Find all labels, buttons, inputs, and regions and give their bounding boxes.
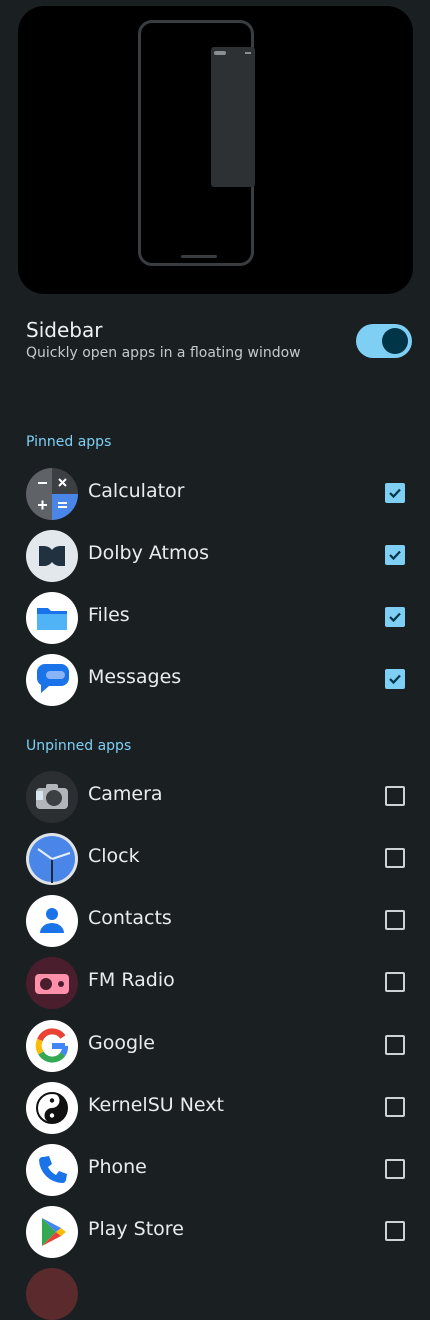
floating-window-illustration: [211, 47, 255, 187]
toggle-knob: [382, 328, 408, 354]
pin-checkbox[interactable]: [385, 607, 405, 627]
app-name: Files: [88, 604, 130, 626]
app-name: Clock: [88, 845, 140, 867]
pin-checkbox[interactable]: [385, 972, 405, 992]
app-name: Messages: [88, 666, 182, 688]
app-name: KernelSU Next: [88, 1094, 224, 1116]
pin-checkbox[interactable]: [385, 786, 405, 806]
app-row-messages[interactable]: Messages: [26, 652, 416, 708]
clock-icon: [26, 833, 78, 885]
app-row-clock[interactable]: Clock: [26, 831, 416, 887]
app-name: Dolby Atmos: [88, 542, 210, 564]
messages-icon: [26, 654, 78, 706]
play-store-icon: [26, 1206, 78, 1258]
app-name: Google: [88, 1032, 156, 1054]
files-icon: [26, 592, 78, 644]
unpinned-apps-header: Unpinned apps: [26, 738, 132, 754]
pinned-apps-header: Pinned apps: [26, 434, 112, 450]
pin-checkbox[interactable]: [385, 545, 405, 565]
contacts-icon: [26, 895, 78, 947]
app-name: Play Store: [88, 1218, 184, 1240]
pin-checkbox[interactable]: [385, 910, 405, 930]
app-row-files[interactable]: Files: [26, 590, 416, 646]
app-name: FM Radio: [88, 969, 175, 991]
app-name: Camera: [88, 783, 163, 805]
sidebar-subtitle: Quickly open apps in a floating window: [26, 345, 301, 361]
dolby-icon: [26, 530, 78, 582]
google-icon: [26, 1020, 78, 1072]
next-app-icon-partial: [26, 1268, 78, 1320]
app-row-phone[interactable]: Phone: [26, 1142, 416, 1198]
pin-checkbox[interactable]: [385, 848, 405, 868]
pin-checkbox[interactable]: [385, 1221, 405, 1241]
radio-icon: [26, 957, 78, 1009]
app-row-fm-radio[interactable]: FM Radio: [26, 955, 416, 1011]
phone-icon: [26, 1144, 78, 1196]
app-name: Phone: [88, 1156, 147, 1178]
window-minimize: [245, 52, 251, 54]
app-row-google[interactable]: Google: [26, 1018, 416, 1074]
app-name: Calculator: [88, 480, 185, 502]
pin-checkbox[interactable]: [385, 1097, 405, 1117]
app-row-kernelsu-next[interactable]: KernelSU Next: [26, 1080, 416, 1136]
pin-checkbox[interactable]: [385, 1035, 405, 1055]
app-row-calculator[interactable]: Calculator: [26, 466, 416, 522]
pin-checkbox[interactable]: [385, 483, 405, 503]
home-bar: [181, 255, 217, 258]
sidebar-title: Sidebar: [26, 318, 103, 342]
sidebar-setting[interactable]: Sidebar Quickly open apps in a floating …: [26, 318, 416, 368]
app-row-dolby-atmos[interactable]: Dolby Atmos: [26, 528, 416, 584]
sidebar-toggle[interactable]: [356, 324, 412, 358]
pin-checkbox[interactable]: [385, 669, 405, 689]
pin-checkbox[interactable]: [385, 1159, 405, 1179]
app-row-contacts[interactable]: Contacts: [26, 893, 416, 949]
camera-icon: [26, 771, 78, 823]
app-row-play-store[interactable]: Play Store: [26, 1204, 416, 1260]
app-row-camera[interactable]: Camera: [26, 769, 416, 825]
window-handle: [214, 51, 226, 55]
calculator-icon: [26, 468, 78, 520]
app-name: Contacts: [88, 907, 172, 929]
kernelsu-icon: [26, 1082, 78, 1134]
